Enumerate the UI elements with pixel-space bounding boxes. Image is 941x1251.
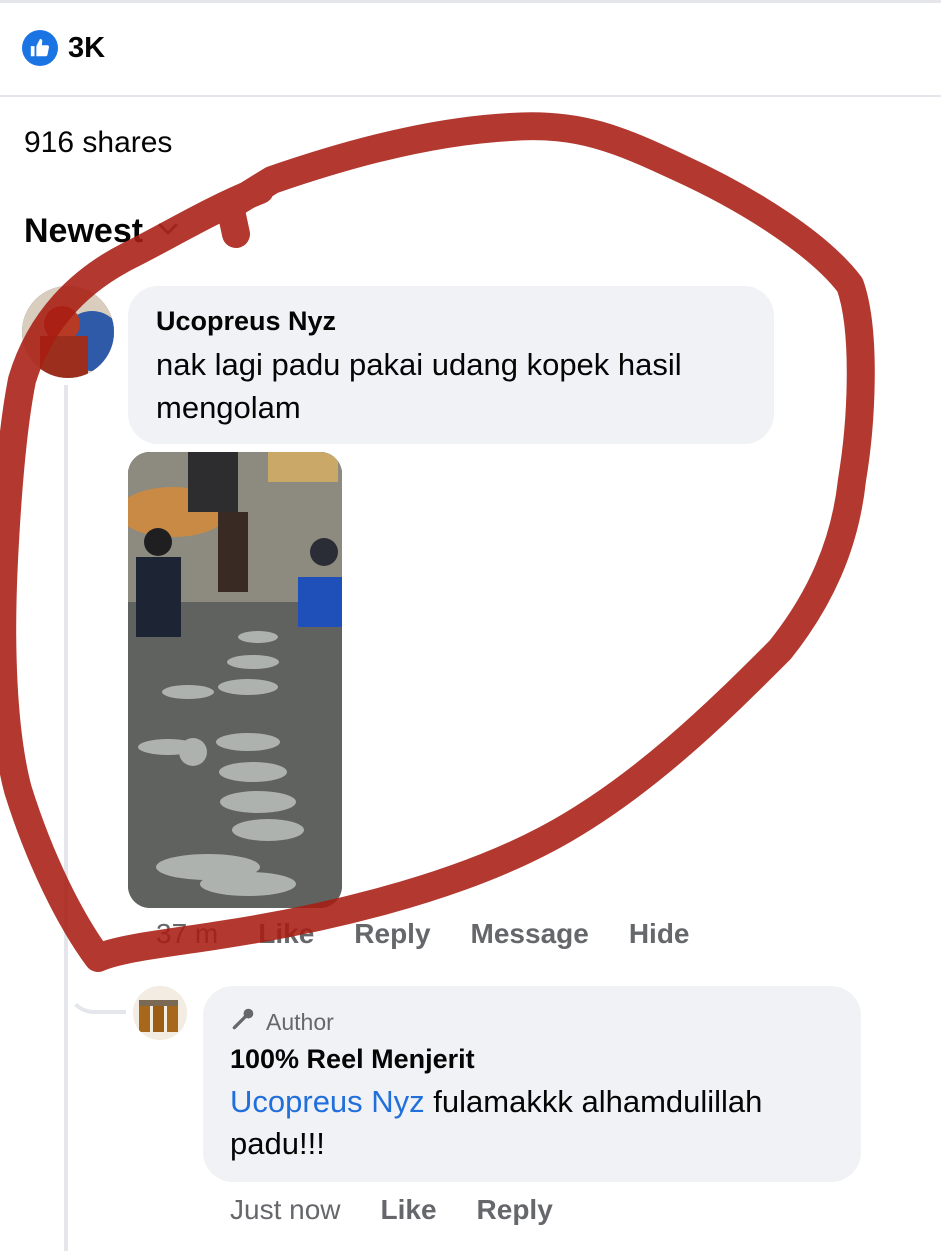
reaction-count: 3K xyxy=(68,31,106,64)
comment-author[interactable]: Ucopreus Nyz xyxy=(156,306,746,337)
chevron-down-icon xyxy=(157,222,179,241)
microphone-icon xyxy=(230,1006,256,1038)
reply-text: Ucopreus Nyz fulamakkk alhamdulillah pad… xyxy=(230,1081,834,1165)
comment-actions: 37 m Like Reply Message Hide xyxy=(156,918,690,950)
section-divider xyxy=(0,95,941,97)
thumbs-up-icon xyxy=(22,30,58,66)
shares-count[interactable]: 916 shares xyxy=(24,126,172,160)
comment-bubble: Ucopreus Nyz nak lagi padu pakai udang k… xyxy=(128,286,774,444)
hide-button[interactable]: Hide xyxy=(629,918,690,950)
reply-actions: Just now Like Reply xyxy=(230,1194,553,1226)
reply-bubble: Author 100% Reel Menjerit Ucopreus Nyz f… xyxy=(203,986,861,1182)
comment-photo[interactable] xyxy=(128,452,342,908)
reply-button[interactable]: Reply xyxy=(477,1194,553,1226)
comment-timestamp[interactable]: 37 m xyxy=(156,918,218,950)
author-badge: Author xyxy=(230,1006,834,1038)
reply-connector xyxy=(66,980,126,1014)
avatar[interactable] xyxy=(22,286,114,378)
message-button[interactable]: Message xyxy=(471,918,589,950)
sort-dropdown[interactable]: Newest xyxy=(24,212,179,251)
reply-author[interactable]: 100% Reel Menjerit xyxy=(230,1044,834,1075)
author-badge-label: Author xyxy=(266,1008,334,1035)
thread-line xyxy=(64,385,68,1251)
avatar[interactable] xyxy=(133,986,187,1040)
like-button[interactable]: Like xyxy=(258,918,314,950)
reply-timestamp[interactable]: Just now xyxy=(230,1194,341,1226)
comment-text: nak lagi padu pakai udang kopek hasil me… xyxy=(156,347,682,425)
like-button[interactable]: Like xyxy=(381,1194,437,1226)
reply-button[interactable]: Reply xyxy=(354,918,430,950)
sort-label: Newest xyxy=(24,212,144,250)
mention-link[interactable]: Ucopreus Nyz xyxy=(230,1084,425,1119)
top-divider xyxy=(0,0,941,3)
reaction-summary[interactable]: 3K xyxy=(22,30,105,66)
